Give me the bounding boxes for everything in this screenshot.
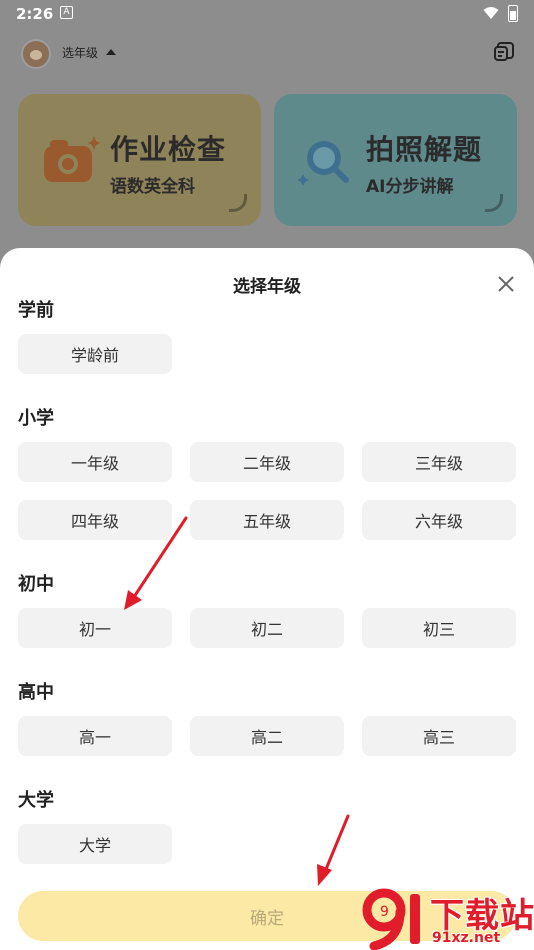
history-icon[interactable] xyxy=(492,40,516,64)
card-decoration xyxy=(485,194,503,212)
section-label-primary: 小学 xyxy=(18,408,54,429)
grade-selector-label: 选年级 xyxy=(62,46,99,60)
home-top-bar: 选年级 xyxy=(0,36,534,76)
grade-option-preschool[interactable]: 学龄前 xyxy=(18,334,172,374)
status-time: 2:26 xyxy=(16,5,54,23)
section-label-preschool: 学前 xyxy=(18,300,54,321)
grade-option-junior-1[interactable]: 初一 xyxy=(18,608,172,648)
grade-selector[interactable]: 选年级 xyxy=(62,44,116,61)
sheet-title: 选择年级 xyxy=(233,277,301,297)
card-title: 拍照解题 xyxy=(366,133,483,166)
homework-check-card[interactable]: 作业检查 语数英全科 xyxy=(18,94,261,226)
watermark-logo: 9 xyxy=(362,888,420,950)
avatar[interactable] xyxy=(21,39,51,69)
grade-option-junior-3[interactable]: 初三 xyxy=(362,608,516,648)
grade-option-university[interactable]: 大学 xyxy=(18,824,172,864)
close-icon[interactable] xyxy=(494,272,518,296)
grade-option-primary-1[interactable]: 一年级 xyxy=(18,442,172,482)
grade-option-primary-3[interactable]: 三年级 xyxy=(362,442,516,482)
grade-option-junior-2[interactable]: 初二 xyxy=(190,608,344,648)
watermark-url: 91xz.net xyxy=(432,930,501,946)
card-decoration xyxy=(229,194,247,212)
grade-option-primary-2[interactable]: 二年级 xyxy=(190,442,344,482)
card-subtitle: 语数英全科 xyxy=(110,177,195,197)
section-label-senior-high: 高中 xyxy=(18,682,54,703)
grade-option-senior-3[interactable]: 高三 xyxy=(362,716,516,756)
section-label-junior-high: 初中 xyxy=(18,574,54,595)
grade-option-senior-1[interactable]: 高一 xyxy=(18,716,172,756)
svg-text:9: 9 xyxy=(380,904,389,920)
grade-picker-sheet: 选择年级 学前 学龄前 小学 一年级 二年级 三年级 四年级 五年级 六年级 初… xyxy=(0,248,534,950)
caret-up-icon xyxy=(105,49,116,55)
wifi-icon xyxy=(483,7,499,19)
home-screen-background: 2:26 A 选年级 作业检查 语数英全科 拍照解题 AI分步讲解 xyxy=(0,0,534,280)
camera-icon xyxy=(44,136,100,182)
section-label-university: 大学 xyxy=(18,790,54,811)
notification-icon: A xyxy=(60,6,73,19)
status-bar: 2:26 A xyxy=(0,0,534,28)
grade-option-senior-2[interactable]: 高二 xyxy=(190,716,344,756)
site-watermark: 9 下载站 91xz.net xyxy=(360,888,534,950)
photo-solve-card[interactable]: 拍照解题 AI分步讲解 xyxy=(274,94,517,226)
magnifier-icon xyxy=(298,141,349,186)
grade-option-primary-6[interactable]: 六年级 xyxy=(362,500,516,540)
card-subtitle: AI分步讲解 xyxy=(366,177,454,197)
battery-icon xyxy=(508,5,518,22)
card-title: 作业检查 xyxy=(110,133,227,166)
grade-option-primary-4[interactable]: 四年级 xyxy=(18,500,172,540)
grade-option-primary-5[interactable]: 五年级 xyxy=(190,500,344,540)
